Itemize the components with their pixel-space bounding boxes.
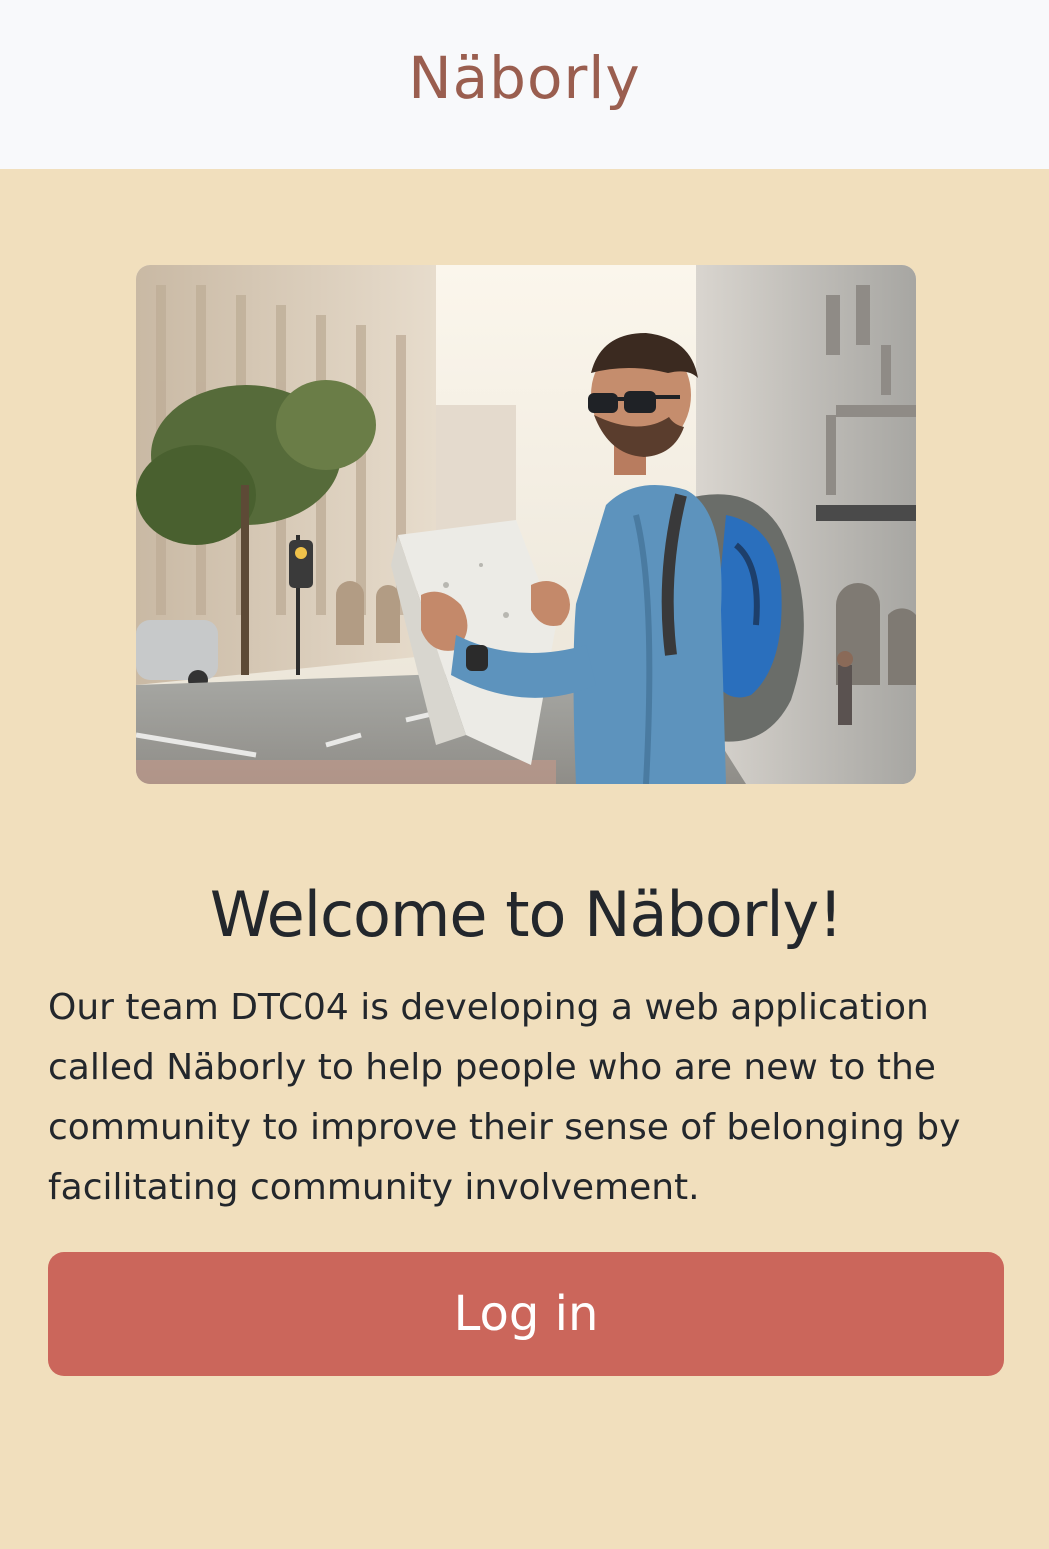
page-title: Welcome to Näborly! xyxy=(209,878,843,951)
login-button[interactable]: Log in xyxy=(48,1252,1004,1376)
intro-description: Our team DTC04 is developing a web appli… xyxy=(48,987,961,1208)
brand-logo[interactable]: Näborly xyxy=(408,44,641,112)
hero-image xyxy=(136,265,916,784)
top-header: Näborly xyxy=(0,0,1049,169)
traveler-photo-illustration xyxy=(136,265,916,784)
main-content: Welcome to Näborly! Our team DTC04 is de… xyxy=(0,169,1049,1376)
